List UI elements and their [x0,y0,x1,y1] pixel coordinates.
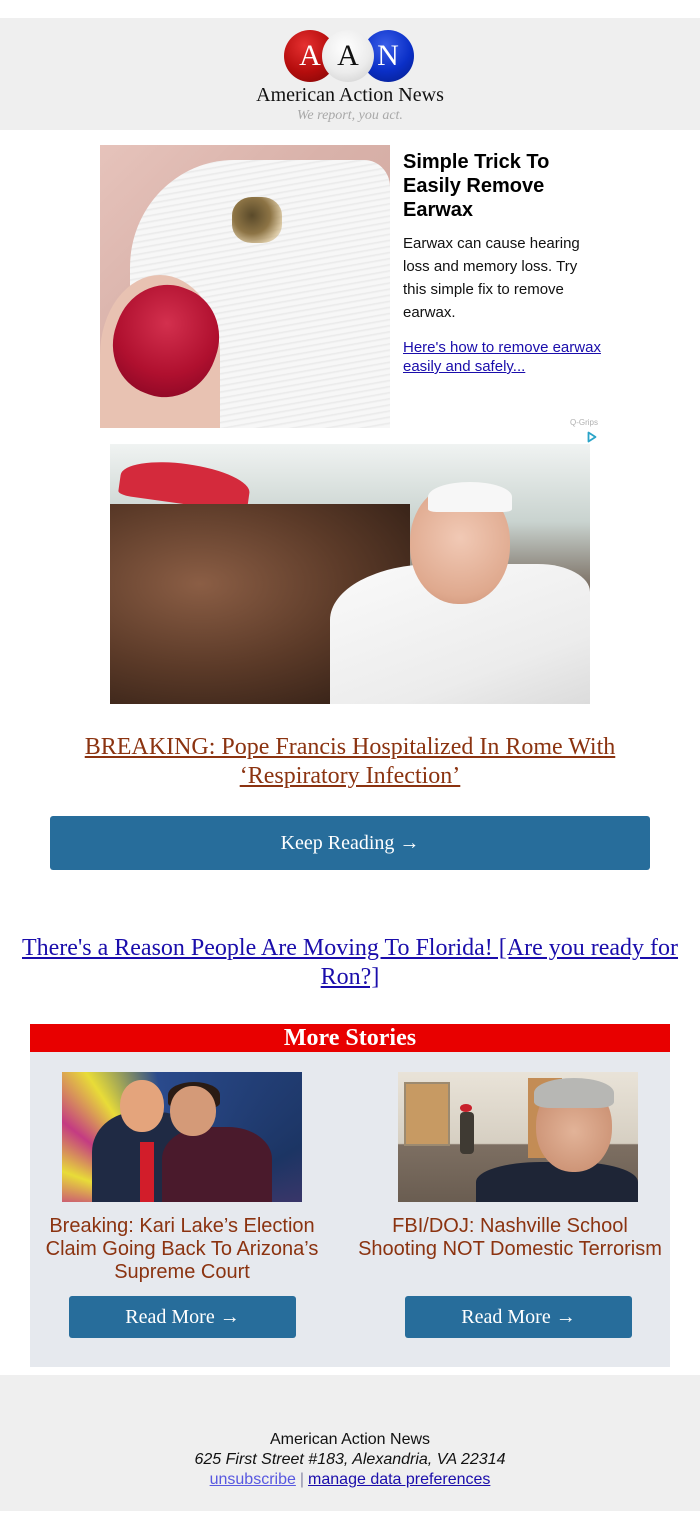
footer-links: unsubscribe | manage data preferences [0,1470,700,1490]
story-title[interactable]: Breaking: Kari Lake’s Election Claim Goi… [30,1215,334,1284]
email-header: A A N American Action News We report, yo… [0,18,700,130]
manage-preferences-link[interactable]: manage data preferences [308,1471,490,1488]
story-image-door [404,1082,450,1146]
story-image-head [170,1086,216,1136]
story-image-tie [140,1142,154,1202]
more-stories-panel: More Stories Breaking: Kari Lake’s Elect… [30,1024,670,1367]
ad-text-block: Simple Trick To Easily Remove Earwax Ear… [403,150,603,376]
more-stories-heading: More Stories [30,1024,670,1052]
unsubscribe-link[interactable]: unsubscribe [210,1471,296,1488]
ad-title[interactable]: Simple Trick To Easily Remove Earwax [403,150,603,222]
email-footer: American Action News 625 First Street #1… [0,1375,700,1511]
ad-link[interactable]: Here's how to remove earwax easily and s… [403,338,603,376]
ad-image[interactable] [100,145,390,428]
story-image-hair [534,1078,614,1108]
footer-address: 625 First Street #183, Alexandria, VA 22… [194,1451,506,1468]
story-image[interactable] [62,1072,302,1202]
story-image-head [120,1080,164,1132]
read-more-button[interactable]: Read More → [405,1296,632,1338]
story-image-figure [460,1112,474,1154]
main-image-cap [428,482,512,512]
footer-separator: | [299,1471,305,1488]
logo-circle-white: A [322,30,374,82]
adchoices-icon[interactable] [587,431,597,443]
story-image-figure [162,1127,272,1202]
ad-sponsor: Q-Grips [570,418,598,427]
read-more-button[interactable]: Read More → [69,1296,296,1338]
story-image[interactable] [398,1072,638,1202]
ad-description: Earwax can cause hearing loss and memory… [403,235,580,321]
ad-image-earwax [232,197,282,243]
brand-tagline: We report, you act. [297,108,403,123]
story-image-beret [460,1104,472,1112]
main-story-image[interactable] [110,444,590,704]
brand-name: American Action News [256,84,444,106]
story-title[interactable]: FBI/DOJ: Nashville School Shooting NOT D… [358,1215,662,1261]
keep-reading-button[interactable]: Keep Reading → [50,816,650,870]
florida-promo-link[interactable]: There's a Reason People Are Moving To Fl… [0,934,700,992]
main-story-headline[interactable]: BREAKING: Pope Francis Hospitalized In R… [40,733,660,791]
footer-company-name: American Action News [269,1431,431,1448]
aan-logo[interactable]: A A N [284,30,416,82]
